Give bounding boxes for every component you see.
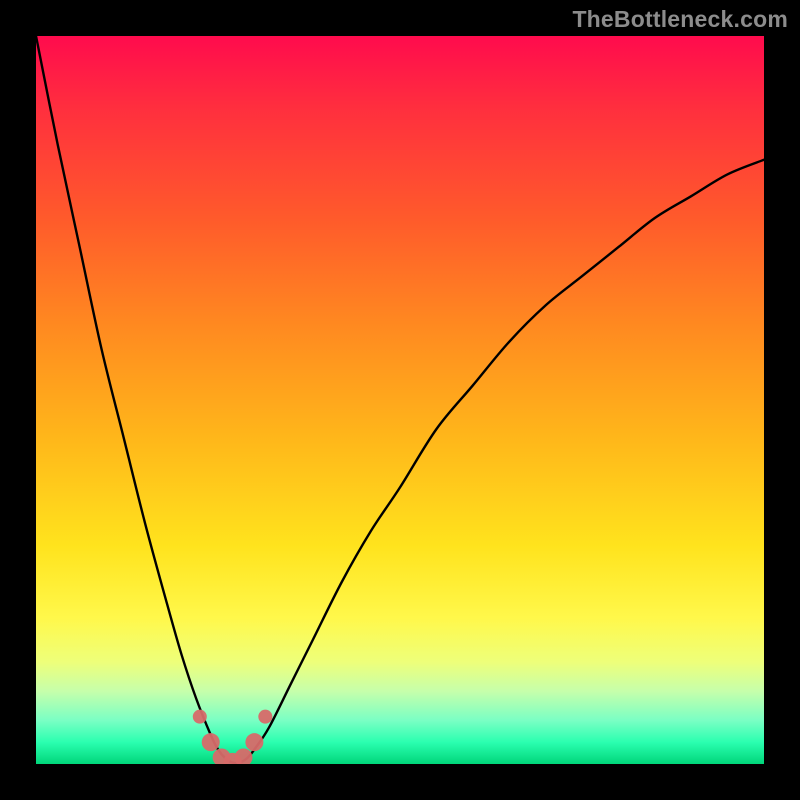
curve-marker xyxy=(245,733,263,751)
curve-marker xyxy=(234,748,252,764)
bottleneck-curve-svg xyxy=(36,36,764,764)
watermark-text: TheBottleneck.com xyxy=(572,6,788,33)
chart-frame: TheBottleneck.com xyxy=(0,0,800,800)
curve-marker xyxy=(202,733,220,751)
curve-marker xyxy=(258,710,272,724)
bottleneck-curve xyxy=(36,36,764,763)
chart-plot-area xyxy=(36,36,764,764)
curve-marker xyxy=(193,710,207,724)
